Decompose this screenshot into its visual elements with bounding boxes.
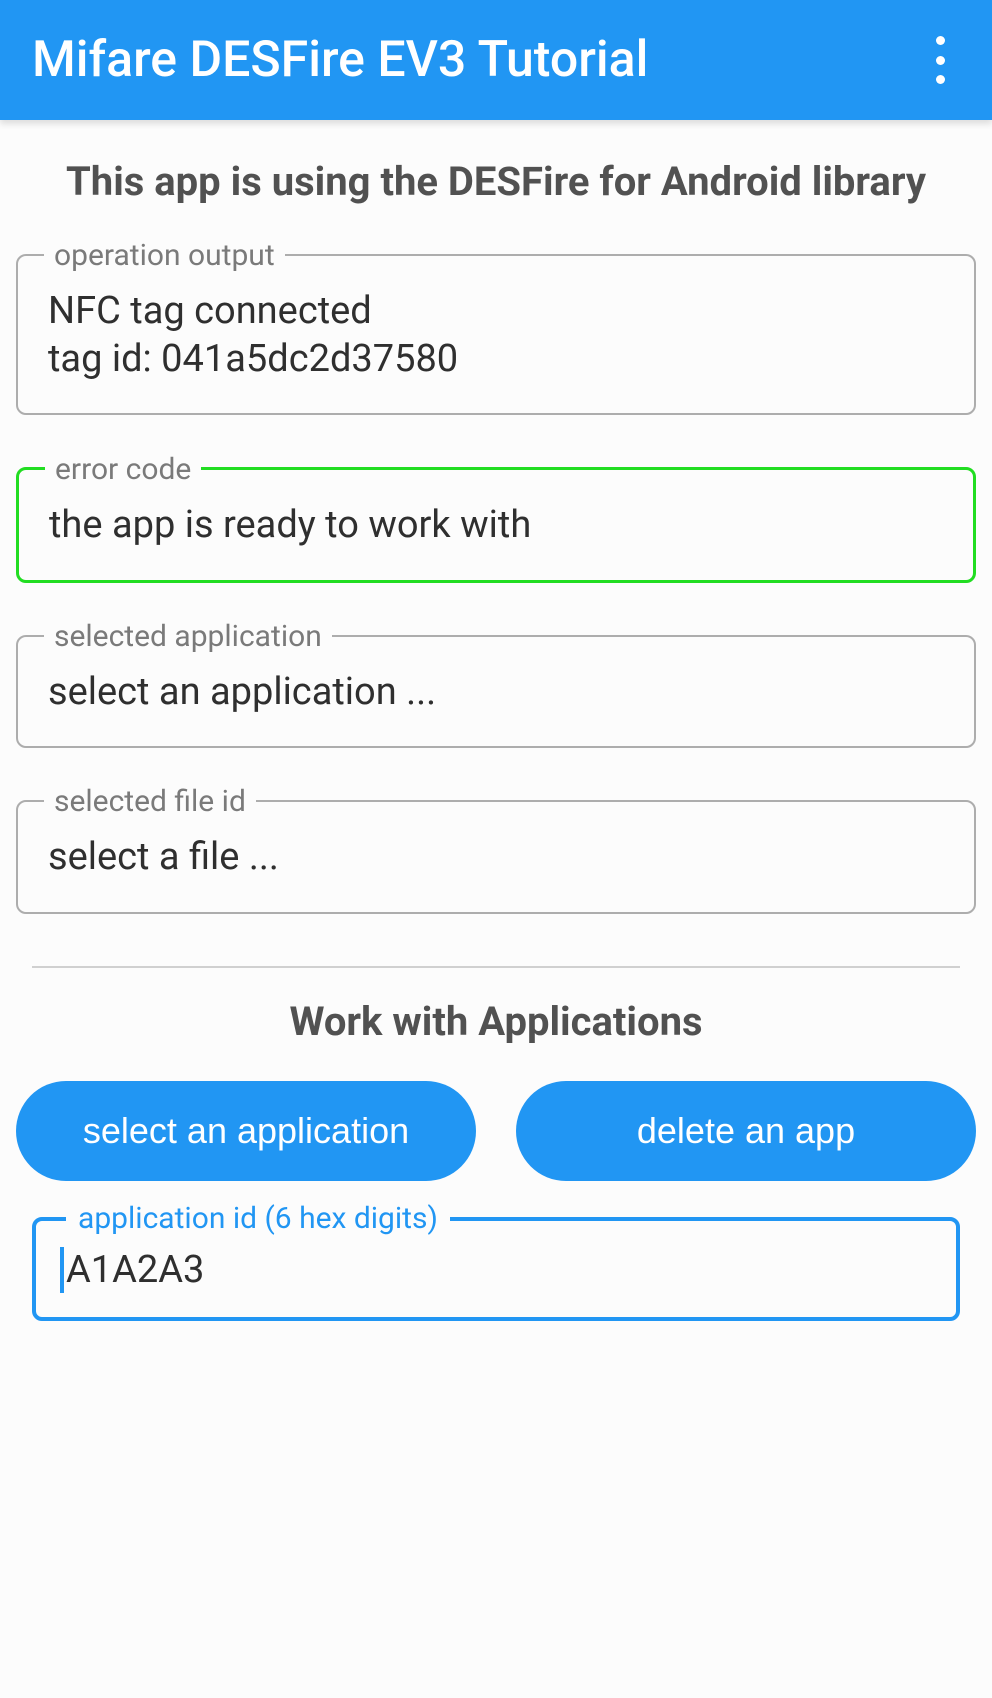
error-code-value: the app is ready to work with [49,502,943,550]
selected-application-field[interactable]: selected application select an applicati… [16,635,976,749]
application-id-label: application id (6 hex digits) [66,1201,450,1236]
overflow-menu-icon[interactable] [920,30,960,90]
select-application-button[interactable]: select an application [16,1081,476,1181]
selected-application-value: select an application ... [48,669,944,717]
operation-output-value: NFC tag connected tag id: 041a5dc2d37580 [48,288,944,383]
button-row: select an application delete an app [16,1081,976,1217]
application-id-input[interactable]: A1A2A3 [66,1248,932,1292]
divider [32,966,960,968]
content-area: This app is using the DESFire for Androi… [0,120,992,1321]
selected-file-id-field[interactable]: selected file id select a file ... [16,800,976,914]
error-code-field: error code the app is ready to work with [16,467,976,583]
operation-output-label: operation output [44,238,285,273]
delete-app-button[interactable]: delete an app [516,1081,976,1181]
page-subtitle: This app is using the DESFire for Androi… [16,156,976,208]
text-cursor [60,1247,64,1293]
app-bar: Mifare DESFire EV3 Tutorial [0,0,992,120]
app-title: Mifare DESFire EV3 Tutorial [32,31,648,89]
application-id-field[interactable]: application id (6 hex digits) A1A2A3 [32,1217,960,1321]
section-title: Work with Applications [16,998,976,1045]
selected-application-label: selected application [44,619,332,654]
selected-file-id-value: select a file ... [48,834,944,882]
selected-file-id-label: selected file id [44,784,256,819]
error-code-label: error code [45,452,201,487]
operation-output-field: operation output NFC tag connected tag i… [16,254,976,415]
